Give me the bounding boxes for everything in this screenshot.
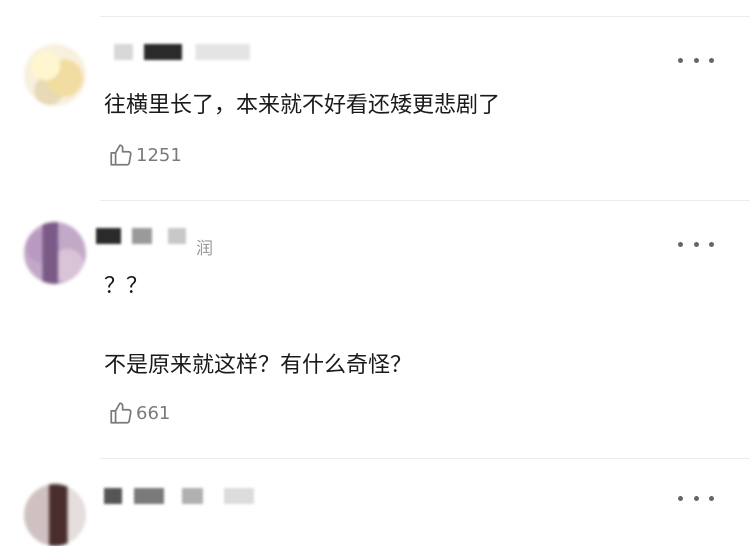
thumbs-up-icon xyxy=(110,144,132,166)
more-options-icon[interactable] xyxy=(678,238,714,250)
comment-text: ？？ xyxy=(104,274,149,299)
comment-text: 不是原来就这样？有什么奇怪？ xyxy=(104,353,413,378)
like-button[interactable]: 661 xyxy=(108,400,170,426)
like-count: 661 xyxy=(136,402,171,424)
divider xyxy=(100,200,750,201)
username-blurred[interactable] xyxy=(114,44,250,60)
thumbs-up-icon xyxy=(110,402,132,424)
username-blurred[interactable] xyxy=(96,228,186,244)
like-button[interactable]: 1251 xyxy=(108,142,182,168)
avatar[interactable] xyxy=(24,484,86,546)
divider xyxy=(100,16,750,17)
like-count: 1251 xyxy=(136,144,182,166)
more-options-icon[interactable] xyxy=(678,492,714,504)
avatar[interactable] xyxy=(24,44,86,106)
comment-time: 润 xyxy=(196,239,213,259)
divider xyxy=(100,458,750,459)
username-blurred[interactable] xyxy=(104,488,254,504)
comment-text: 往横里长了，本来就不好看还矮更悲剧了 xyxy=(104,93,501,118)
avatar[interactable] xyxy=(24,222,86,284)
more-options-icon[interactable] xyxy=(678,54,714,66)
